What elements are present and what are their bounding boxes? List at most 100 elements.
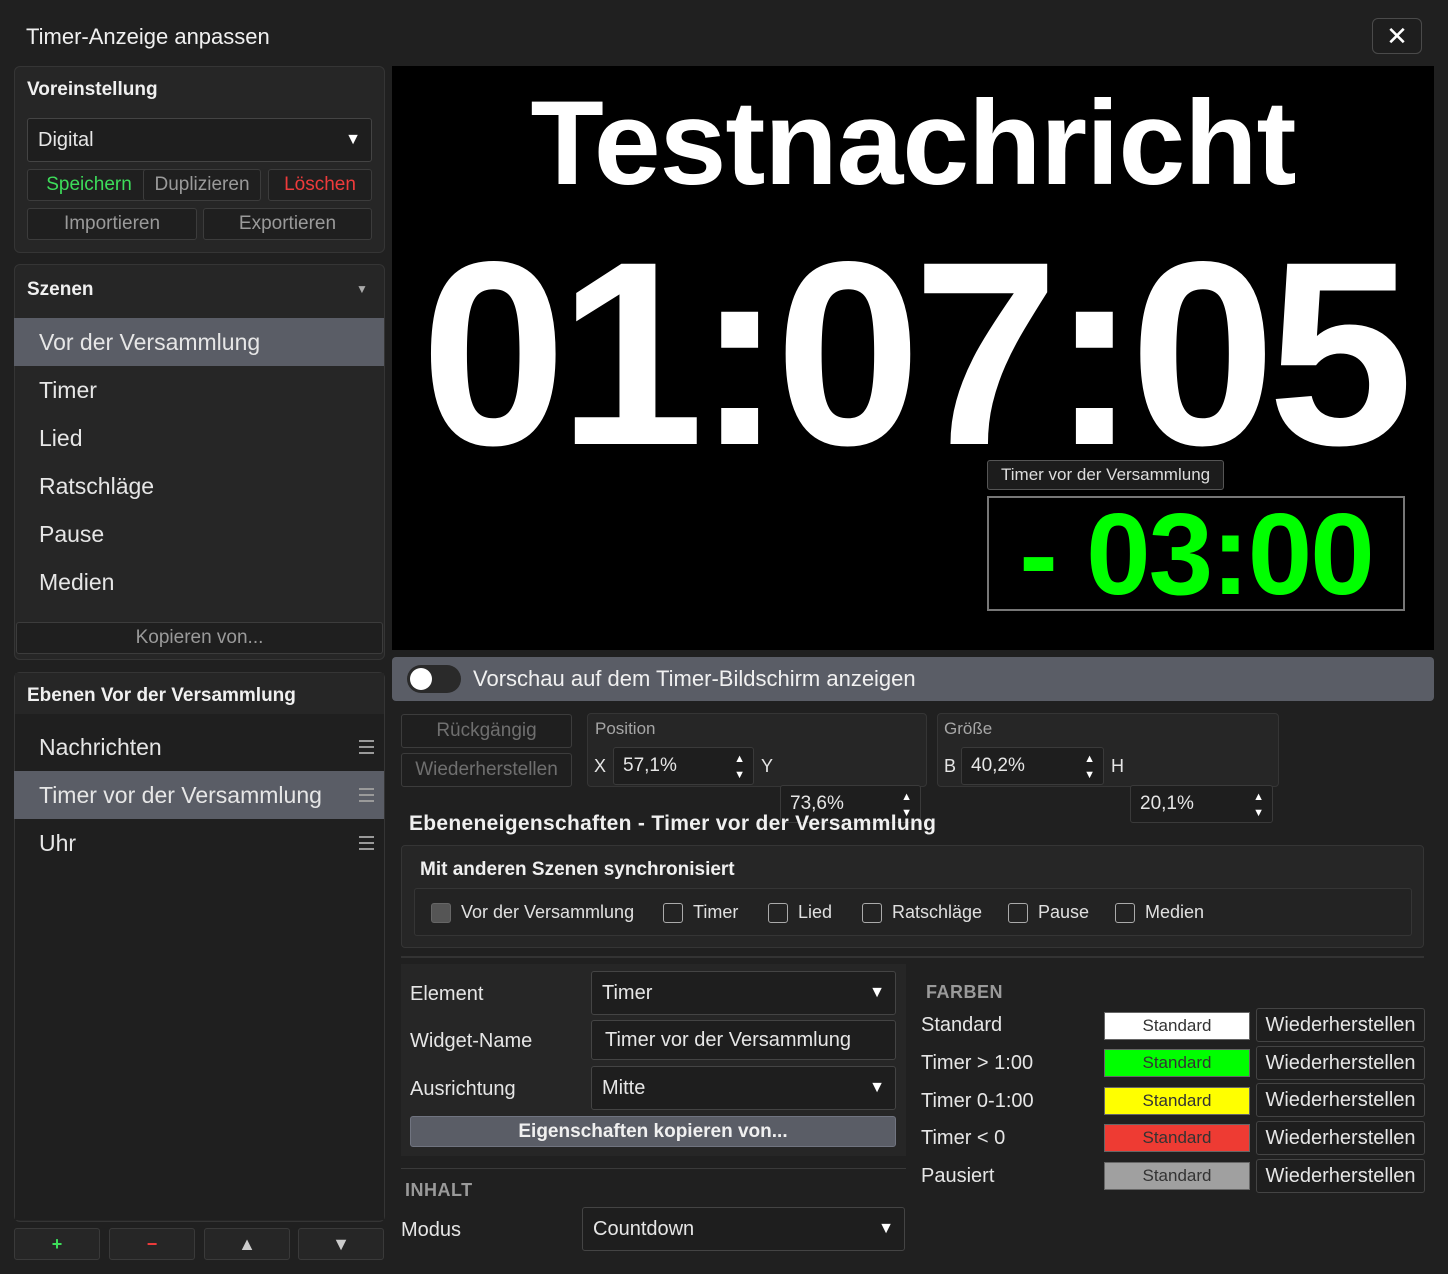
- scene-item-timer[interactable]: Timer: [14, 366, 384, 414]
- widget-name-input[interactable]: Timer vor der Versammlung: [591, 1020, 896, 1060]
- checkbox: [1115, 902, 1135, 923]
- colors-heading: FARBEN: [926, 982, 1004, 1002]
- checkbox: [663, 902, 683, 923]
- h-label: H: [1111, 756, 1124, 776]
- element-select[interactable]: Timer ▼: [591, 971, 896, 1015]
- preview-clock[interactable]: 01:07:05: [392, 204, 1434, 504]
- mode-label: Modus: [401, 1219, 462, 1241]
- sync-checkbox-vor-der-versammlung[interactable]: Vor der Versammlung: [431, 902, 634, 923]
- reset-button-standard[interactable]: Wiederherstellen: [1256, 1008, 1425, 1042]
- sync-heading: Mit anderen Szenen synchronisiert: [420, 859, 735, 880]
- duplicate-button[interactable]: Duplizieren: [143, 169, 261, 201]
- import-button[interactable]: Importieren: [27, 208, 197, 240]
- move-down-button[interactable]: ▼: [298, 1228, 384, 1260]
- layer-label: Nachrichten: [39, 733, 162, 760]
- content-heading: INHALT: [405, 1180, 473, 1200]
- save-label: Speichern: [46, 174, 132, 195]
- alignment-select[interactable]: Mitte ▼: [591, 1066, 896, 1110]
- scene-item-medien[interactable]: Medien: [14, 558, 384, 606]
- reset-button-timer-over-1[interactable]: Wiederherstellen: [1256, 1046, 1425, 1080]
- save-button[interactable]: Speichern: [27, 169, 151, 201]
- delete-button[interactable]: Löschen: [268, 169, 372, 201]
- position-group: Position X 57,1% ▲ ▼ Y 73,6% ▲ ▼: [587, 713, 927, 823]
- timer-preview: Testnachricht 01:07:05 Timer vor der Ver…: [392, 66, 1434, 650]
- layer-properties-heading: Ebeneneigenschaften - Timer vor der Vers…: [409, 812, 937, 835]
- layer-item-nachrichten[interactable]: Nachrichten: [14, 723, 384, 771]
- element-select-value: Timer: [602, 981, 653, 1004]
- preview-toggle-bar: Vorschau auf dem Timer-Bildschirm anzeig…: [392, 657, 1434, 701]
- alignment-label: Ausrichtung: [410, 1078, 516, 1100]
- color-label-standard: Standard: [921, 1014, 1003, 1036]
- size-h-input[interactable]: 20,1% ▲ ▼: [1130, 785, 1273, 823]
- scene-item-vor-der-versammlung[interactable]: Vor der Versammlung: [14, 318, 384, 366]
- copy-properties-label: Eigenschaften kopieren von...: [518, 1120, 788, 1142]
- sync-checkbox-medien[interactable]: Medien: [1115, 902, 1204, 923]
- sync-checkbox-pause[interactable]: Pause: [1008, 902, 1089, 923]
- arrow-down-icon: ▼: [332, 1233, 350, 1254]
- reset-button-paused[interactable]: Wiederherstellen: [1256, 1159, 1425, 1193]
- layer-item-uhr[interactable]: Uhr: [14, 819, 384, 867]
- checkbox: [768, 902, 788, 923]
- size-h-value: 20,1%: [1140, 793, 1194, 814]
- reset-button-timer-negative[interactable]: Wiederherstellen: [1256, 1121, 1425, 1155]
- reset-label: Wiederherstellen: [1265, 1088, 1416, 1111]
- position-x-input[interactable]: 57,1% ▲ ▼: [613, 747, 754, 785]
- sync-checkbox-lied[interactable]: Lied: [768, 902, 832, 923]
- color-swatch-timer-negative[interactable]: Standard: [1104, 1124, 1250, 1152]
- preview-message[interactable]: Testnachricht: [392, 74, 1434, 212]
- swatch-label: Standard: [1142, 1053, 1212, 1072]
- preset-panel: Voreinstellung Digital ▼ Speichern Dupli…: [14, 66, 385, 253]
- preview-timer-widget[interactable]: - 03:00: [987, 489, 1405, 619]
- color-swatch-standard[interactable]: Standard: [1104, 1012, 1250, 1040]
- reset-button-timer-0-1[interactable]: Wiederherstellen: [1256, 1083, 1425, 1117]
- color-swatch-paused[interactable]: Standard: [1104, 1162, 1250, 1190]
- preview-timer-label: Timer vor der Versammlung: [987, 460, 1225, 490]
- remove-layer-button[interactable]: −: [109, 1228, 195, 1260]
- layers-heading: Ebenen Vor der Versammlung: [27, 685, 296, 706]
- copy-from-button[interactable]: Kopieren von...: [16, 622, 383, 654]
- add-layer-button[interactable]: +: [14, 1228, 100, 1260]
- w-label: B: [944, 756, 957, 776]
- chevron-down-icon: ▼: [869, 1079, 885, 1096]
- close-icon: ✕: [1386, 20, 1408, 51]
- sync-label: Medien: [1145, 902, 1205, 922]
- position-x-value: 57,1%: [623, 755, 677, 776]
- sync-checkbox-ratschlaege[interactable]: Ratschläge: [862, 902, 982, 923]
- spinner-arrows-icon[interactable]: ▲ ▼: [1084, 751, 1095, 783]
- scene-item-lied[interactable]: Lied: [14, 414, 384, 462]
- move-up-button[interactable]: ▲: [204, 1228, 290, 1260]
- collapse-icon[interactable]: ▼: [356, 282, 368, 296]
- layer-item-timer-vor-der-versammlung[interactable]: Timer vor der Versammlung: [14, 771, 384, 819]
- divider: [401, 1168, 906, 1169]
- y-label: Y: [761, 756, 774, 776]
- scene-item-pause[interactable]: Pause: [14, 510, 384, 558]
- swatch-label: Standard: [1142, 1166, 1212, 1185]
- color-swatch-timer-0-1[interactable]: Standard: [1104, 1087, 1250, 1115]
- preview-toggle-switch[interactable]: [407, 665, 461, 693]
- color-swatch-timer-over-1[interactable]: Standard: [1104, 1049, 1250, 1077]
- drag-handle-icon[interactable]: [359, 740, 374, 754]
- mode-select[interactable]: Countdown ▼: [582, 1207, 905, 1251]
- delete-label: Löschen: [284, 174, 356, 195]
- scene-label: Pause: [39, 520, 105, 547]
- scene-item-ratschlaege[interactable]: Ratschläge: [14, 462, 384, 510]
- copy-properties-button[interactable]: Eigenschaften kopieren von...: [410, 1116, 896, 1147]
- spinner-arrows-icon[interactable]: ▲ ▼: [734, 751, 745, 783]
- window-title: Timer-Anzeige anpassen: [26, 24, 270, 49]
- drag-handle-icon[interactable]: [359, 836, 374, 850]
- export-label: Exportieren: [238, 213, 337, 234]
- alignment-select-value: Mitte: [602, 1076, 646, 1099]
- spinner-arrows-icon[interactable]: ▲ ▼: [1253, 789, 1264, 821]
- sync-checkbox-timer[interactable]: Timer: [663, 902, 738, 923]
- drag-handle-icon[interactable]: [359, 788, 374, 802]
- redo-button[interactable]: Wiederherstellen: [401, 753, 572, 787]
- size-w-input[interactable]: 40,2% ▲ ▼: [961, 747, 1104, 785]
- export-button[interactable]: Exportieren: [203, 208, 372, 240]
- preset-heading: Voreinstellung: [27, 79, 158, 100]
- close-button[interactable]: ✕: [1372, 18, 1422, 54]
- size-group: Größe B 40,2% ▲ ▼ H 20,1% ▲ ▼: [937, 713, 1279, 823]
- undo-button[interactable]: Rückgängig: [401, 714, 572, 748]
- preset-select[interactable]: Digital ▼: [27, 118, 372, 162]
- color-label-paused: Pausiert: [921, 1165, 995, 1187]
- sync-group: Mit anderen Szenen synchronisiert Vor de…: [401, 845, 1424, 948]
